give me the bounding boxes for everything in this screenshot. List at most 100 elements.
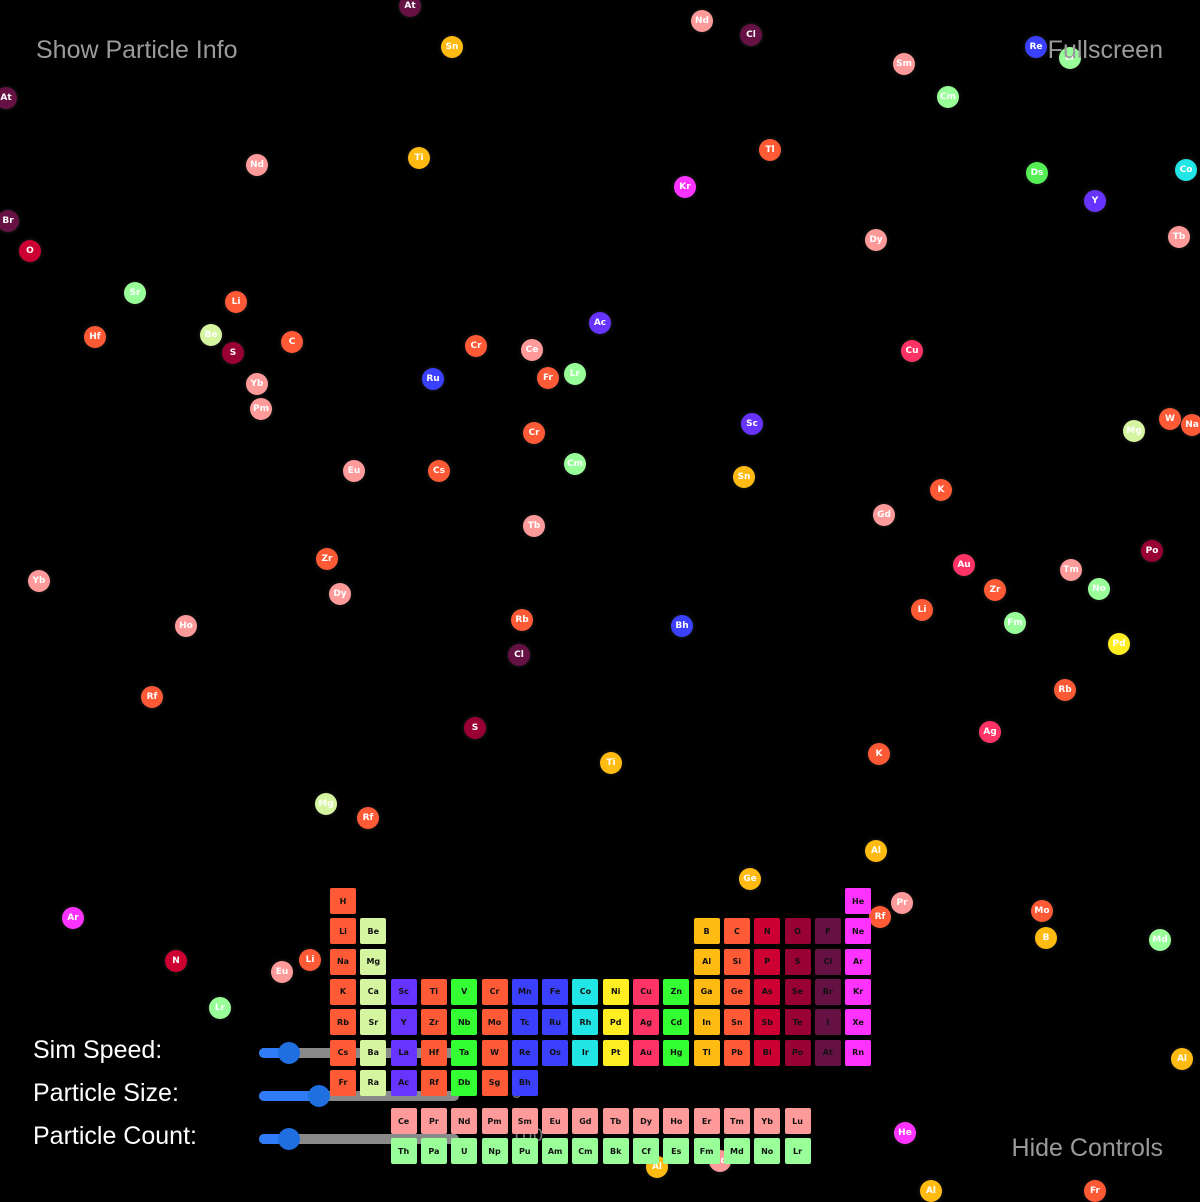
element-cell[interactable]: Ir: [572, 1039, 599, 1066]
element-cell[interactable]: Th: [390, 1138, 417, 1165]
element-cell[interactable]: Ca: [360, 978, 387, 1005]
element-cell[interactable]: Cr: [481, 978, 508, 1005]
element-cell[interactable]: C: [723, 918, 750, 945]
particle-canvas[interactable]: At Nd Cl Sn Sm At Cm Ti Tl Nd Kr Ds Co Y Tb Dy Br O Sr Li Hf…: [0, 0, 1200, 1202]
hide-controls-button[interactable]: Hide Controls: [1012, 1134, 1163, 1163]
element-cell[interactable]: P: [754, 948, 781, 975]
element-cell[interactable]: Al: [693, 948, 720, 975]
element-cell[interactable]: Lu: [784, 1108, 811, 1135]
element-cell[interactable]: Ti: [420, 978, 447, 1005]
element-cell[interactable]: Nb: [451, 1009, 478, 1036]
element-cell[interactable]: Lr: [784, 1138, 811, 1165]
element-cell[interactable]: As: [754, 978, 781, 1005]
element-cell[interactable]: Mn: [511, 978, 538, 1005]
element-cell[interactable]: Co: [572, 978, 599, 1005]
element-cell[interactable]: Zn: [663, 978, 690, 1005]
element-cell[interactable]: Pb: [723, 1039, 750, 1066]
element-cell[interactable]: Ar: [845, 948, 872, 975]
element-cell[interactable]: Fr: [330, 1069, 356, 1096]
particle-count-slider-thumb[interactable]: [278, 1128, 300, 1150]
element-cell[interactable]: Fe: [542, 978, 569, 1005]
element-cell[interactable]: Pr: [420, 1108, 447, 1135]
element-cell[interactable]: Sr: [360, 1009, 387, 1036]
element-cell[interactable]: Tl: [693, 1039, 720, 1066]
element-cell[interactable]: S: [784, 948, 811, 975]
element-cell[interactable]: Cm: [572, 1138, 599, 1165]
element-cell[interactable]: Sc: [390, 978, 417, 1005]
element-cell[interactable]: No: [754, 1138, 781, 1165]
element-cell[interactable]: Tc: [511, 1009, 538, 1036]
element-cell[interactable]: Rh: [572, 1009, 599, 1036]
element-cell[interactable]: Re: [511, 1039, 538, 1066]
element-cell[interactable]: Md: [723, 1138, 750, 1165]
element-cell[interactable]: He: [845, 888, 872, 914]
element-cell[interactable]: N: [754, 918, 781, 945]
element-cell[interactable]: Ba: [360, 1039, 387, 1066]
element-cell[interactable]: Os: [542, 1039, 569, 1066]
sim-speed-slider-thumb[interactable]: [278, 1042, 300, 1064]
element-cell[interactable]: At: [814, 1039, 841, 1066]
element-cell[interactable]: Cs: [330, 1039, 356, 1066]
element-cell[interactable]: La: [390, 1039, 417, 1066]
element-cell[interactable]: Sg: [481, 1069, 508, 1096]
show-particle-info-button[interactable]: Show Particle Info: [36, 36, 238, 65]
element-cell[interactable]: W: [481, 1039, 508, 1066]
element-cell[interactable]: Rn: [845, 1039, 872, 1066]
element-cell[interactable]: Mg: [360, 948, 387, 975]
element-cell[interactable]: Mo: [481, 1009, 508, 1036]
element-cell[interactable]: Ru: [542, 1009, 569, 1036]
element-cell[interactable]: V: [451, 978, 478, 1005]
particle-size-slider-thumb[interactable]: [308, 1085, 330, 1107]
element-cell[interactable]: Xe: [845, 1009, 872, 1036]
element-cell[interactable]: Np: [481, 1138, 508, 1165]
element-cell[interactable]: Bh: [511, 1069, 538, 1096]
element-cell[interactable]: Be: [360, 918, 387, 945]
element-cell[interactable]: Pa: [420, 1138, 447, 1165]
element-cell[interactable]: Te: [784, 1009, 811, 1036]
element-cell[interactable]: Eu: [542, 1108, 569, 1135]
element-cell[interactable]: In: [693, 1009, 720, 1036]
fullscreen-button[interactable]: Fullscreen: [1048, 36, 1163, 65]
element-cell[interactable]: Ge: [723, 978, 750, 1005]
element-cell[interactable]: Rb: [330, 1009, 356, 1036]
element-cell[interactable]: I: [814, 1009, 841, 1036]
element-cell[interactable]: Li: [330, 918, 356, 945]
element-cell[interactable]: Es: [663, 1138, 690, 1165]
element-cell[interactable]: Cd: [663, 1009, 690, 1036]
element-cell[interactable]: Ga: [693, 978, 720, 1005]
element-cell[interactable]: K: [330, 978, 356, 1005]
element-cell[interactable]: Fm: [693, 1138, 720, 1165]
element-cell[interactable]: Pm: [481, 1108, 508, 1135]
element-cell[interactable]: F: [814, 918, 841, 945]
element-cell[interactable]: Nd: [451, 1108, 478, 1135]
element-cell[interactable]: Er: [693, 1108, 720, 1135]
element-cell[interactable]: Se: [784, 978, 811, 1005]
element-cell[interactable]: Br: [814, 978, 841, 1005]
element-cell[interactable]: Cf: [633, 1138, 659, 1165]
element-cell[interactable]: Bk: [602, 1138, 629, 1165]
element-cell[interactable]: Na: [330, 948, 356, 975]
element-cell[interactable]: Tm: [723, 1108, 750, 1135]
element-cell[interactable]: Bi: [754, 1039, 781, 1066]
element-cell[interactable]: Rf: [420, 1069, 447, 1096]
element-cell[interactable]: Ce: [390, 1108, 417, 1135]
element-cell[interactable]: Au: [633, 1039, 659, 1066]
element-cell[interactable]: Sn: [723, 1009, 750, 1036]
element-cell[interactable]: Cu: [633, 978, 659, 1005]
element-cell[interactable]: Ho: [663, 1108, 690, 1135]
element-cell[interactable]: Ac: [390, 1069, 417, 1096]
element-cell[interactable]: Hf: [420, 1039, 447, 1066]
element-cell[interactable]: H: [330, 888, 356, 914]
element-cell[interactable]: Pt: [602, 1039, 629, 1066]
element-cell[interactable]: Ra: [360, 1069, 387, 1096]
element-cell[interactable]: Po: [784, 1039, 811, 1066]
element-cell[interactable]: Pd: [602, 1009, 629, 1036]
element-cell[interactable]: Yb: [754, 1108, 781, 1135]
element-cell[interactable]: Hg: [663, 1039, 690, 1066]
element-cell[interactable]: B: [693, 918, 720, 945]
element-cell[interactable]: Cl: [814, 948, 841, 975]
element-cell[interactable]: Zr: [420, 1009, 447, 1036]
element-cell[interactable]: Ni: [602, 978, 629, 1005]
element-cell[interactable]: Ta: [451, 1039, 478, 1066]
element-cell[interactable]: Dy: [633, 1108, 659, 1135]
